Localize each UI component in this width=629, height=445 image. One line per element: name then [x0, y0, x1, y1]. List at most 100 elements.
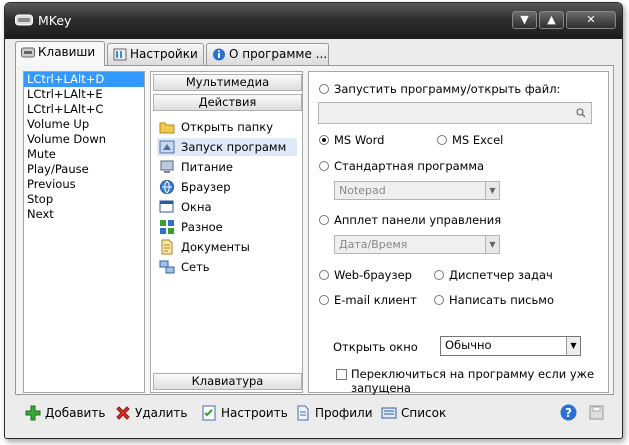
- run-program-radio[interactable]: Запустить программу/открыть файл:: [319, 82, 560, 96]
- keyboard-category-button[interactable]: Клавиатура: [153, 373, 302, 390]
- list-item[interactable]: Volume Up: [24, 117, 144, 132]
- minimize-button[interactable]: ▼: [512, 11, 537, 29]
- radio-indicator: [319, 161, 329, 171]
- keyboard-app-icon: [15, 14, 33, 26]
- list-item[interactable]: Volume Down: [24, 132, 144, 147]
- action-label: Запуск программ: [181, 140, 287, 154]
- action-browser[interactable]: Браузер: [159, 178, 231, 196]
- email-client-radio[interactable]: E-mail клиент: [319, 293, 417, 307]
- hotkey-list[interactable]: LCtrl+LAlt+D LCtrl+LAlt+E LCtrl+LAlt+C V…: [23, 71, 145, 393]
- radio-label: Стандартная программа: [334, 159, 485, 173]
- ms-word-radio[interactable]: MS Word: [319, 133, 384, 147]
- configure-button[interactable]: Настроить: [201, 404, 288, 422]
- radio-indicator: [319, 135, 329, 145]
- delete-button-label: Удалить: [135, 406, 188, 420]
- standard-program-select[interactable]: Notepad ▼: [334, 181, 500, 200]
- radio-label: Диспетчер задач: [449, 268, 553, 282]
- tab-about[interactable]: О программе ...: [206, 43, 329, 65]
- info-icon: [213, 48, 225, 61]
- action-label: Окна: [181, 200, 212, 214]
- chevron-down-icon: ▼: [485, 236, 499, 253]
- tab-keys-label: Клавиши: [38, 45, 96, 59]
- documents-icon: [161, 239, 173, 255]
- network-icon: [159, 260, 175, 274]
- action-categories: Мультимедиа Действия Открыть папку Запус…: [150, 71, 303, 393]
- list-item[interactable]: Mute: [24, 147, 144, 162]
- radio-label: MS Word: [334, 133, 385, 147]
- action-label: Открыть папку: [181, 120, 274, 134]
- power-icon: [160, 160, 174, 173]
- radio-label: Запустить программу/открыть файл:: [334, 82, 561, 96]
- action-network[interactable]: Сеть: [159, 258, 210, 276]
- add-button[interactable]: Добавить: [25, 404, 105, 422]
- run-program-icon: [159, 140, 175, 154]
- standard-program-radio[interactable]: Стандартная программа: [319, 159, 484, 173]
- profiles-button-label: Профили: [315, 406, 373, 420]
- list-button[interactable]: Список: [381, 404, 446, 422]
- window-title: MKey: [38, 13, 72, 28]
- app-window: MKey ▼ ▲ ✕ Клавиши Настройки О программе…: [4, 2, 623, 439]
- open-window-select[interactable]: Обычно ▼: [440, 336, 581, 356]
- list-item[interactable]: Previous: [24, 177, 144, 192]
- write-letter-radio[interactable]: Написать письмо: [434, 293, 554, 307]
- configure-button-label: Настроить: [221, 406, 288, 420]
- title-bar[interactable]: MKey ▼ ▲ ✕: [5, 3, 622, 39]
- chevron-down-icon: ▼: [566, 337, 580, 355]
- profiles-icon: [297, 405, 309, 421]
- radio-indicator: [319, 295, 329, 305]
- keyboard-icon: [21, 47, 35, 58]
- folder-icon: [159, 122, 175, 134]
- profiles-button[interactable]: Профили: [295, 404, 373, 422]
- action-run-program[interactable]: Запуск программ: [157, 138, 297, 156]
- delete-icon: [116, 406, 130, 420]
- add-button-label: Добавить: [45, 406, 106, 420]
- bottom-toolbar: Добавить Удалить Настроить Профили Списо…: [15, 399, 614, 427]
- tab-keys[interactable]: Клавиши: [15, 41, 105, 66]
- radio-indicator: [437, 135, 447, 145]
- action-misc[interactable]: Разное: [159, 218, 223, 236]
- radio-label: MS Excel: [452, 133, 504, 147]
- list-item[interactable]: LCtrl+LAlt+C: [24, 102, 144, 117]
- list-icon: [381, 407, 397, 419]
- action-power[interactable]: Питание: [159, 158, 233, 176]
- action-open-folder[interactable]: Открыть папку: [159, 118, 273, 136]
- applet-select[interactable]: Дата/Время ▼: [334, 235, 500, 254]
- radio-indicator: [319, 84, 329, 94]
- action-label: Браузер: [181, 180, 231, 194]
- save-icon[interactable]: [589, 405, 604, 420]
- close-button[interactable]: ✕: [566, 11, 616, 29]
- chevron-down-icon: ▼: [485, 182, 499, 199]
- list-item[interactable]: Stop: [24, 192, 144, 207]
- tab-settings-label: Настройки: [130, 47, 198, 61]
- list-button-label: Список: [401, 406, 447, 420]
- list-item[interactable]: LCtrl+LAlt+E: [24, 87, 144, 102]
- list-item[interactable]: Next: [24, 207, 144, 222]
- multimedia-category-button[interactable]: Мультимедиа: [153, 74, 302, 91]
- switch-to-program-checkbox[interactable]: [336, 369, 347, 380]
- tab-about-label: О программе ...: [229, 47, 328, 61]
- web-browser-radio[interactable]: Web-браузер: [319, 268, 412, 282]
- delete-button[interactable]: Удалить: [115, 404, 188, 422]
- radio-indicator: [434, 270, 444, 280]
- list-item[interactable]: Play/Pause: [24, 162, 144, 177]
- keys-panel: LCtrl+LAlt+D LCtrl+LAlt+E LCtrl+LAlt+C V…: [15, 65, 614, 395]
- program-path-input[interactable]: [318, 102, 592, 124]
- settings-icon: [113, 48, 127, 61]
- search-icon: [576, 108, 586, 118]
- misc-icon: [160, 220, 174, 234]
- action-documents[interactable]: Документы: [159, 238, 250, 256]
- action-windows[interactable]: Окна: [159, 198, 212, 216]
- actions-category-button[interactable]: Действия: [153, 94, 302, 111]
- plus-icon: [25, 405, 41, 421]
- browser-icon: [160, 180, 174, 194]
- list-item[interactable]: LCtrl+LAlt+D: [24, 72, 144, 87]
- maximize-button[interactable]: ▲: [539, 11, 564, 29]
- tab-settings[interactable]: Настройки: [107, 43, 204, 65]
- applet-radio[interactable]: Апплет панели управления: [319, 213, 501, 227]
- ms-excel-radio[interactable]: MS Excel: [437, 133, 503, 147]
- help-icon[interactable]: ?: [560, 404, 577, 421]
- action-label: Разное: [181, 220, 223, 234]
- action-label: Питание: [181, 160, 233, 174]
- radio-label: Апплет панели управления: [334, 213, 502, 227]
- task-manager-radio[interactable]: Диспетчер задач: [434, 268, 553, 282]
